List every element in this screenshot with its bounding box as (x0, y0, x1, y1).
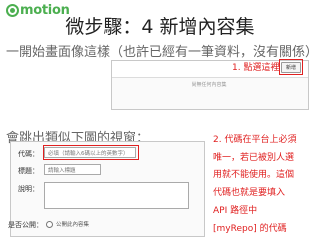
public-label: 是否公開： (8, 221, 43, 229)
callout-code-explanation: 2. 代碼在平台上必須 唯一，若已被別人選 用就不能使用。這個 代碼也就是要填入… (213, 132, 313, 238)
callout-line: 用就不能使用。這個 (213, 170, 295, 181)
intro-text: 一開始畫面像這樣（也許已經有一筆資料，沒有關係） (6, 45, 319, 60)
callout-line: API 路徑中 (213, 205, 258, 216)
public-option[interactable]: 公開此內容集 (46, 220, 89, 228)
empty-list-message: 尚無任何內容集 (191, 82, 227, 88)
description-textarea[interactable] (44, 182, 189, 209)
callout-line: 2. 代碼在平台上必須 (213, 135, 297, 145)
highlight-box-code-input (43, 145, 139, 160)
callout-line: 代碼也就是要填入 (213, 188, 286, 199)
public-option-label: 公開此內容集 (56, 222, 90, 228)
code-label: 代碼： (18, 150, 39, 158)
description-label: 說明： (18, 185, 39, 193)
public-radio[interactable] (46, 220, 53, 228)
page-title: 微步驟：4 新增內容集 (65, 16, 255, 38)
callout-line: [myRepo] 的代碼 (213, 223, 287, 234)
callout-click-here: 1. 點選這裡 (232, 63, 280, 73)
title-label: 標題： (18, 167, 39, 175)
callout-line: 唯一，若已被別人選 (213, 152, 295, 163)
title-input[interactable]: 請輸入標題 (44, 164, 101, 175)
highlight-box-add-button (279, 59, 303, 75)
